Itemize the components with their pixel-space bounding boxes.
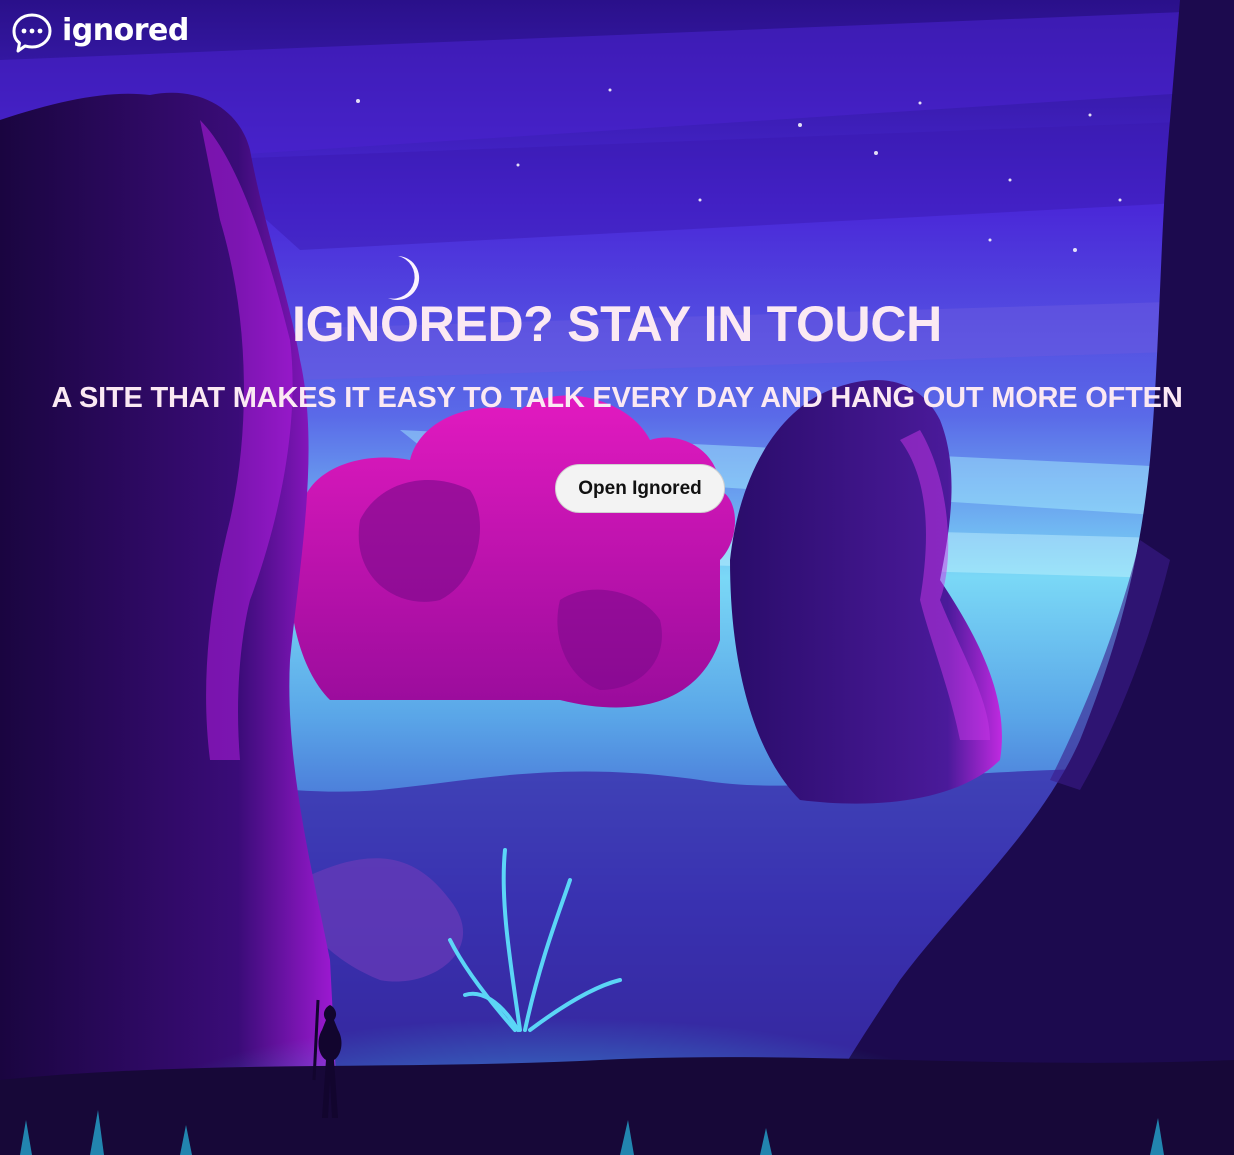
- brand-name: ignored: [62, 13, 189, 48]
- landing-page: ignored IGNORED? STAY IN TOUCH A SITE TH…: [0, 0, 1234, 1155]
- background-illustration: [0, 0, 1234, 1155]
- hero-title: IGNORED? STAY IN TOUCH: [292, 296, 942, 352]
- brand-logo[interactable]: ignored: [10, 11, 189, 55]
- chat-bubble-dots-icon: [12, 13, 52, 53]
- hero-subtitle: A SITE THAT MAKES IT EASY TO TALK EVERY …: [51, 382, 1183, 414]
- open-ignored-button[interactable]: Open Ignored: [555, 464, 725, 513]
